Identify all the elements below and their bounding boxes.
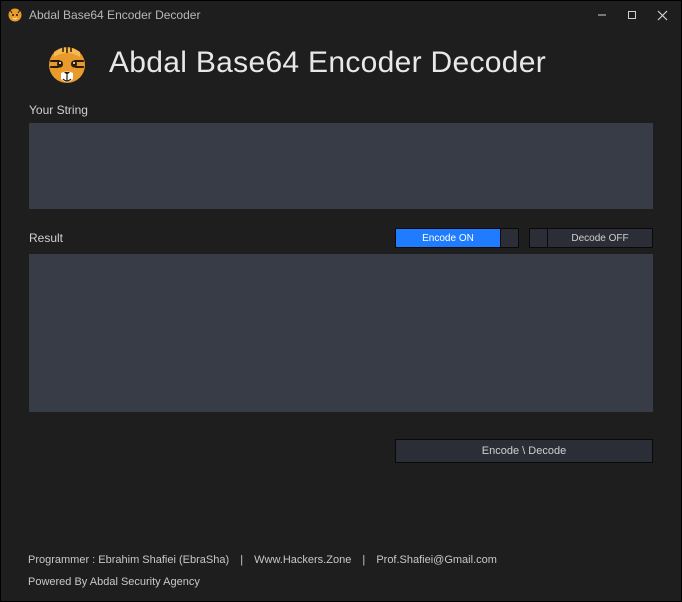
encode-decode-button[interactable]: Encode \ Decode xyxy=(395,439,653,463)
input-textarea[interactable] xyxy=(29,123,653,209)
titlebar: Abdal Base64 Encoder Decoder xyxy=(1,1,681,29)
result-label: Result xyxy=(29,231,63,245)
decode-toggle-label: Decode OFF xyxy=(548,229,652,247)
app-header: Abdal Base64 Encoder Decoder xyxy=(1,29,681,103)
action-row: Encode \ Decode xyxy=(29,439,653,463)
input-label: Your String xyxy=(29,103,653,117)
site-link[interactable]: Www.Hackers.Zone xyxy=(254,554,351,566)
powered-by-text: Powered By Abdal Security Agency xyxy=(28,576,654,588)
content-area: Your String Result Encode ON Decode OFF … xyxy=(1,103,681,463)
tiger-icon xyxy=(7,7,23,23)
app-title: Abdal Base64 Encoder Decoder xyxy=(109,46,546,80)
separator-text: | xyxy=(362,554,365,566)
email-link[interactable]: Prof.Shafiei@Gmail.com xyxy=(376,554,497,566)
footer: Programmer : Ebrahim Shafiei (EbraSha) |… xyxy=(0,546,682,602)
window-title: Abdal Base64 Encoder Decoder xyxy=(29,8,587,22)
encode-toggle[interactable]: Encode ON xyxy=(395,228,519,248)
encode-toggle-label: Encode ON xyxy=(396,229,500,247)
toggle-row: Result Encode ON Decode OFF xyxy=(29,228,653,248)
footer-credits: Programmer : Ebrahim Shafiei (EbraSha) |… xyxy=(28,554,654,566)
close-button[interactable] xyxy=(647,3,677,27)
decode-toggle[interactable]: Decode OFF xyxy=(529,228,653,248)
window-controls xyxy=(587,3,677,27)
encode-toggle-handle-icon xyxy=(500,229,518,247)
programmer-text: Programmer : Ebrahim Shafiei (EbraSha) xyxy=(28,554,229,566)
maximize-button[interactable] xyxy=(617,3,647,27)
separator-text: | xyxy=(240,554,243,566)
tiger-logo-icon xyxy=(41,37,93,89)
decode-toggle-handle-icon xyxy=(530,229,548,247)
minimize-button[interactable] xyxy=(587,3,617,27)
result-textarea[interactable] xyxy=(29,254,653,412)
